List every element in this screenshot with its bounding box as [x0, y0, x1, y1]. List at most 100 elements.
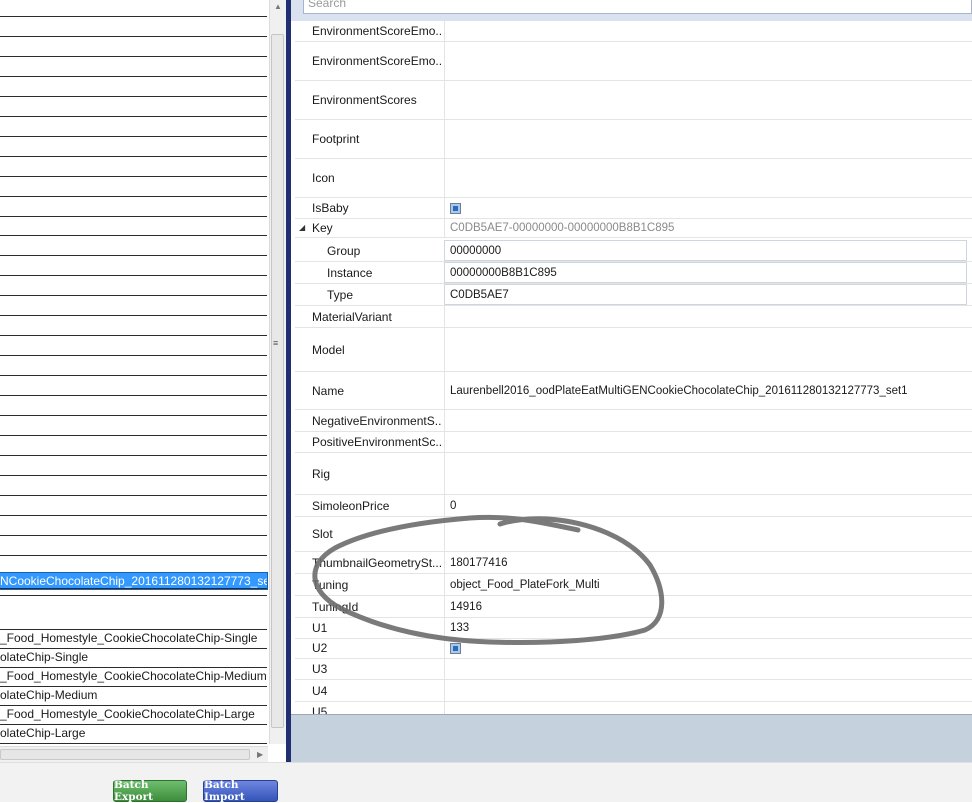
property-row[interactable]: TuningId 14916 — [295, 596, 972, 618]
property-row[interactable]: U2 — [295, 638, 972, 659]
property-value[interactable] — [444, 431, 967, 452]
list-item[interactable] — [0, 237, 267, 257]
list-hscroll-thumb[interactable] — [0, 749, 250, 760]
list-item[interactable] — [0, 437, 267, 456]
list-item[interactable] — [0, 118, 267, 137]
list-item[interactable] — [0, 297, 267, 317]
property-value[interactable] — [444, 42, 967, 80]
list-item[interactable] — [0, 198, 267, 217]
list-item[interactable]: _Food_Homestyle_CookieChocolateChip-Larg… — [0, 706, 267, 725]
property-value[interactable] — [444, 453, 967, 494]
property-row[interactable]: NegativeEnvironmentS... — [295, 410, 972, 432]
list-item[interactable] — [0, 257, 267, 277]
property-value[interactable]: 0 — [444, 495, 967, 516]
checkbox[interactable] — [450, 202, 461, 214]
property-value[interactable] — [444, 198, 967, 218]
property-value[interactable]: 00000000 — [444, 240, 967, 261]
property-value[interactable] — [444, 21, 967, 41]
property-row[interactable]: Type C0DB5AE7 — [295, 284, 972, 306]
property-row[interactable]: Icon — [295, 159, 972, 198]
list-item[interactable]: _Food_Homestyle_CookieChocolateChip-Medi… — [0, 668, 267, 687]
property-value[interactable] — [444, 702, 967, 714]
property-row[interactable]: Instance 00000000B8B1C895 — [295, 262, 972, 284]
property-value[interactable] — [444, 328, 967, 371]
list-item[interactable] — [0, 78, 267, 97]
list-item[interactable] — [0, 0, 267, 17]
list-item[interactable] — [0, 377, 267, 397]
list-scroll-thumb[interactable] — [271, 34, 284, 728]
list-item[interactable] — [0, 217, 267, 237]
property-row[interactable]: Slot — [295, 517, 972, 552]
list-item[interactable] — [0, 317, 267, 337]
list-item[interactable] — [0, 397, 267, 416]
property-row[interactable]: PositiveEnvironmentSc... — [295, 431, 972, 453]
expand-triangle-icon[interactable]: ◢ — [299, 223, 305, 232]
property-row[interactable]: ◢ Key C0DB5AE7-00000000-00000000B8B1C895 — [295, 219, 972, 238]
property-value[interactable] — [444, 410, 967, 431]
list-item[interactable] — [0, 457, 267, 476]
list-item-selected[interactable]: NCookieChocolateChip_201611280132127773_… — [0, 572, 268, 590]
property-row[interactable]: Tuning object_Food_PlateFork_Multi — [295, 574, 972, 596]
property-row[interactable]: ThumbnailGeometrySt... 180177416 — [295, 552, 972, 574]
property-value[interactable]: C0DB5AE7 — [444, 284, 967, 305]
property-row[interactable]: Footprint — [295, 120, 972, 159]
property-value[interactable] — [444, 659, 967, 679]
property-row[interactable]: U5 — [295, 702, 972, 714]
list-item[interactable] — [0, 138, 267, 157]
property-row[interactable]: Model — [295, 328, 972, 372]
checkbox[interactable] — [450, 642, 461, 654]
list-item[interactable] — [0, 497, 267, 516]
batch-import-button[interactable]: Batch Import — [203, 779, 278, 803]
list-item[interactable] — [0, 417, 267, 436]
batch-export-button[interactable]: Batch Export — [113, 779, 187, 803]
property-value[interactable] — [444, 517, 967, 551]
list-item[interactable] — [0, 158, 267, 177]
list-item[interactable] — [0, 277, 267, 297]
list-item[interactable] — [0, 357, 267, 377]
scroll-right-icon[interactable]: ▶ — [257, 750, 263, 759]
property-row[interactable]: U4 — [295, 680, 972, 702]
list-item[interactable] — [0, 477, 267, 496]
property-value[interactable] — [444, 81, 967, 119]
property-value[interactable]: 180177416 — [444, 552, 967, 573]
property-value[interactable] — [444, 306, 967, 327]
list-item[interactable] — [0, 537, 267, 556]
property-row[interactable]: Name Laurenbell2016_oodPlateEatMultiGENCo… — [295, 372, 972, 410]
property-row[interactable]: Group 00000000 — [295, 240, 972, 262]
property-value[interactable]: 00000000B8B1C895 — [444, 262, 967, 283]
property-value[interactable] — [444, 680, 967, 701]
property-row[interactable]: EnvironmentScoreEmo... — [295, 21, 972, 42]
list-item[interactable]: olateChip-Medium — [0, 687, 267, 706]
property-value[interactable] — [444, 159, 967, 197]
property-value[interactable]: Laurenbell2016_oodPlateEatMultiGENCookie… — [444, 372, 967, 409]
property-row[interactable]: EnvironmentScoreEmo... — [295, 42, 972, 81]
list-item[interactable]: olateChip-Large — [0, 725, 267, 744]
property-row[interactable]: IsBaby — [295, 198, 972, 219]
property-row[interactable]: U1 133 — [295, 617, 972, 639]
property-row[interactable]: SimoleonPrice 0 — [295, 495, 972, 517]
property-value[interactable]: C0DB5AE7-00000000-00000000B8B1C895 — [444, 219, 967, 237]
search-input[interactable]: Search — [303, 0, 972, 14]
property-row[interactable]: EnvironmentScores — [295, 81, 972, 120]
list-item[interactable] — [0, 178, 267, 197]
property-value[interactable]: object_Food_PlateFork_Multi — [444, 574, 967, 595]
property-row[interactable]: Rig — [295, 453, 972, 495]
list-item[interactable] — [0, 98, 267, 117]
list-item[interactable] — [0, 58, 267, 77]
list-item[interactable]: olateChip-Single — [0, 649, 267, 668]
list-item[interactable] — [0, 18, 267, 37]
property-value[interactable] — [444, 638, 967, 658]
list-item[interactable] — [0, 38, 267, 57]
property-value[interactable]: 14916 — [444, 596, 967, 617]
list-item[interactable] — [0, 592, 267, 630]
list-item[interactable] — [0, 337, 267, 357]
list-vertical-scrollbar[interactable]: ▲ ≡ — [269, 0, 286, 744]
property-value[interactable] — [444, 120, 967, 158]
property-row[interactable]: MaterialVariant — [295, 306, 972, 328]
property-value[interactable]: 133 — [444, 617, 967, 638]
list-item[interactable]: _Food_Homestyle_CookieChocolateChip-Sing… — [0, 630, 267, 649]
list-horizontal-scrollbar[interactable]: ▶ — [0, 746, 268, 763]
scroll-up-icon[interactable]: ▲ — [274, 2, 282, 11]
list-item[interactable] — [0, 517, 267, 536]
property-row[interactable]: U3 — [295, 659, 972, 680]
